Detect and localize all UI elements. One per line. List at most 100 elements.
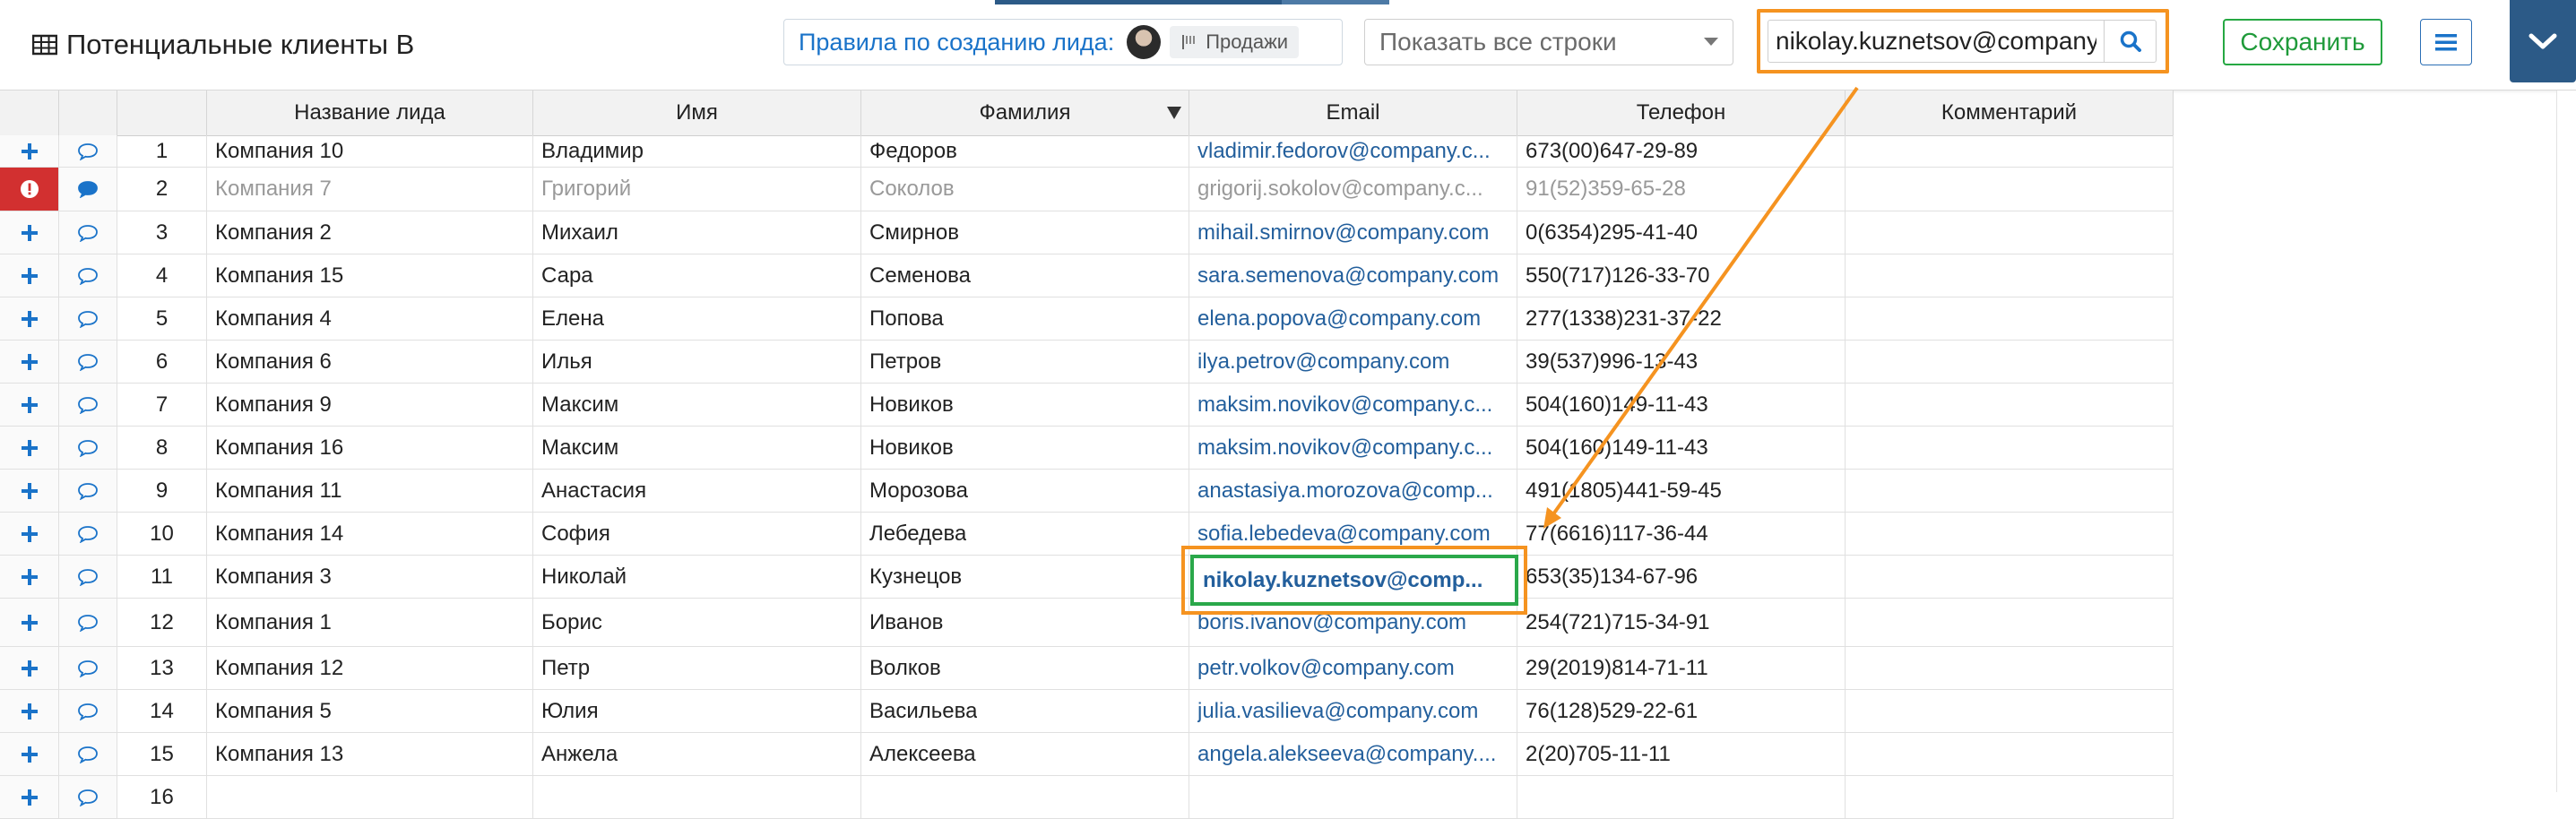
add-row-button[interactable] [0,297,59,340]
table-row[interactable]: 11Компания 3НиколайКузнецовnikolay.kuzne… [0,556,2174,599]
table-row[interactable]: 4 Компания 15 Сара Семенова sara.semenova@co… [0,254,2174,297]
cell-comment[interactable] [1846,254,2174,297]
add-row-button[interactable] [0,254,59,297]
cell-lead[interactable] [207,776,533,818]
cell-last[interactable]: Новиков [861,384,1189,426]
table-row[interactable]: 14 Компания 5 Юлия Васильева julia.vasilieva… [0,690,2174,733]
cell-last[interactable]: Морозова [861,470,1189,512]
cell-lead[interactable]: Компания 6 [207,341,533,383]
add-row-button[interactable] [0,470,59,512]
cell-phone[interactable]: 491(1805)441-59-45 [1517,470,1846,512]
cell-last[interactable]: Петров [861,341,1189,383]
table-row[interactable]: 10 Компания 14 София Лебедева sofia.lebedeva… [0,513,2174,556]
comment-button[interactable] [59,690,117,732]
comment-button[interactable] [59,733,117,775]
comment-button[interactable] [59,776,117,818]
cell-last[interactable]: Иванов [861,599,1189,646]
error-indicator[interactable] [0,168,59,211]
cell-email[interactable]: grigorij.sokolov@company.c... [1189,168,1517,211]
expand-button[interactable] [2510,0,2576,82]
comment-button[interactable] [59,168,117,211]
cell-last[interactable]: Алексеева [861,733,1189,775]
cell-comment[interactable] [1846,470,2174,512]
cell-first[interactable]: Юлия [533,690,861,732]
cell-lead[interactable]: Компания 12 [207,647,533,689]
lead-rules-button[interactable]: Правила по созданию лида: Продажи [783,19,1343,65]
cell-lead[interactable]: Компания 1 [207,599,533,646]
cell-comment[interactable] [1846,427,2174,469]
column-header-phone[interactable]: Телефон [1517,91,1846,135]
cell-phone[interactable]: 673(00)647-29-89 [1517,135,1846,167]
cell-last[interactable]: Попова [861,297,1189,340]
cell-lead[interactable]: Компания 15 [207,254,533,297]
cell-last[interactable]: Волков [861,647,1189,689]
add-row-button[interactable] [0,427,59,469]
cell-email[interactable]: petr.volkov@company.com [1189,647,1517,689]
table-row[interactable]: 15 Компания 13 Анжела Алексеева angela.aleks… [0,733,2174,776]
cell-phone[interactable] [1517,776,1846,818]
cell-email[interactable] [1189,776,1517,818]
cell-first[interactable]: Илья [533,341,861,383]
column-header-last-name[interactable]: Фамилия [861,91,1189,135]
comment-button[interactable] [59,513,117,555]
search-button[interactable] [2105,20,2157,63]
add-row-button[interactable] [0,341,59,383]
cell-phone[interactable]: 76(128)529-22-61 [1517,690,1846,732]
add-row-button[interactable] [0,776,59,818]
table-row[interactable]: 16 [0,776,2174,819]
cell-comment[interactable] [1846,556,2174,598]
cell-first[interactable]: Елена [533,297,861,340]
comment-button[interactable] [59,470,117,512]
comment-button[interactable] [59,427,117,469]
cell-first[interactable] [533,776,861,818]
cell-phone[interactable]: 39(537)996-13-43 [1517,341,1846,383]
table-row[interactable]: 7 Компания 9 Максим Новиков maksim.novikov@c… [0,384,2174,427]
cell-first[interactable]: Максим [533,384,861,426]
comment-button[interactable] [59,599,117,646]
cell-comment[interactable] [1846,647,2174,689]
cell-first[interactable]: София [533,513,861,555]
cell-first[interactable]: Григорий [533,168,861,211]
cell-last[interactable]: Васильева [861,690,1189,732]
menu-button[interactable] [2420,19,2472,65]
comment-button[interactable] [59,135,117,167]
cell-email[interactable]: mihail.smirnov@company.com [1189,211,1517,254]
cell-phone[interactable]: 550(717)126-33-70 [1517,254,1846,297]
cell-email[interactable]: anastasiya.morozova@comp... [1189,470,1517,512]
cell-last[interactable]: Кузнецов [861,556,1189,598]
cell-first[interactable]: Михаил [533,211,861,254]
filter-icon[interactable] [1167,107,1181,119]
cell-comment[interactable] [1846,384,2174,426]
cell-lead[interactable]: Компания 2 [207,211,533,254]
cell-phone[interactable]: 2(20)705-11-11 [1517,733,1846,775]
add-row-button[interactable] [0,556,59,598]
cell-email[interactable]: ilya.petrov@company.com [1189,341,1517,383]
add-row-button[interactable] [0,211,59,254]
cell-first[interactable]: Владимир [533,135,861,167]
cell-phone[interactable]: 277(1338)231-37-22 [1517,297,1846,340]
cell-first[interactable]: Борис [533,599,861,646]
add-row-button[interactable] [0,647,59,689]
cell-last[interactable]: Лебедева [861,513,1189,555]
cell-phone[interactable]: 91(52)359-65-28 [1517,168,1846,211]
cell-comment[interactable] [1846,135,2174,167]
comment-button[interactable] [59,384,117,426]
search-input[interactable] [1768,20,2105,63]
cell-last[interactable]: Новиков [861,427,1189,469]
cell-email[interactable]: maksim.novikov@company.c... [1189,384,1517,426]
cell-phone[interactable]: 77(6616)117-36-44 [1517,513,1846,555]
add-row-button[interactable] [0,599,59,646]
cell-comment[interactable] [1846,690,2174,732]
add-row-button[interactable] [0,384,59,426]
cell-email[interactable]: sara.semenova@company.com [1189,254,1517,297]
table-row[interactable]: 8 Компания 16 Максим Новиков maksim.novikov@… [0,427,2174,470]
table-row[interactable]: 9 Компания 11 Анастасия Морозова anastasiya.… [0,470,2174,513]
cell-first[interactable]: Петр [533,647,861,689]
cell-comment[interactable] [1846,168,2174,211]
cell-email[interactable]: angela.alekseeva@company.... [1189,733,1517,775]
table-row[interactable]: 1 Компания 10 Владимир Федоров vladimir.fedo… [0,135,2174,168]
table-row[interactable]: 5 Компания 4 Елена Попова elena.popova@compa… [0,297,2174,341]
comment-button[interactable] [59,647,117,689]
cell-lead[interactable]: Компания 9 [207,384,533,426]
cell-first[interactable]: Максим [533,427,861,469]
